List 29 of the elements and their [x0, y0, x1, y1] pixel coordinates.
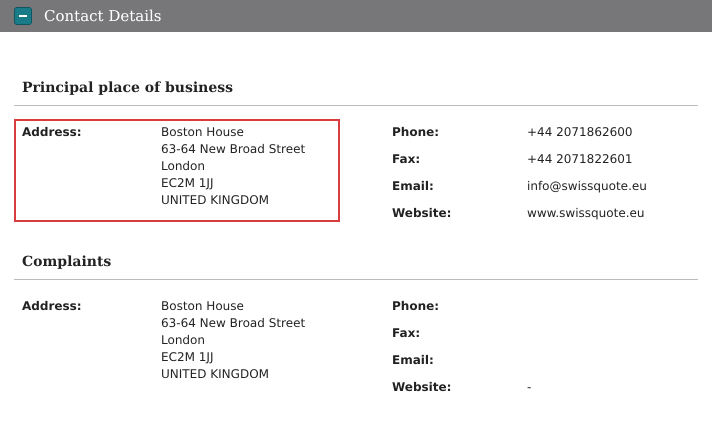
- panel-title: Contact Details: [44, 7, 162, 25]
- address-line: EC2M 1JJ: [161, 349, 214, 366]
- field-value: -: [527, 379, 532, 396]
- field-label: Phone:: [392, 124, 440, 141]
- address-line: Boston House: [161, 298, 245, 315]
- address-line: London: [161, 332, 206, 349]
- field-label: Email:: [392, 178, 435, 195]
- field-label: Address:: [22, 298, 83, 315]
- collapse-button[interactable]: [14, 7, 32, 25]
- address-line: UNITED KINGDOM: [161, 366, 270, 383]
- address-line: 63-64 New Broad Street: [161, 141, 306, 158]
- address-line: EC2M 1JJ: [161, 175, 214, 192]
- field-label: Website:: [392, 205, 452, 222]
- address-line: London: [161, 158, 206, 175]
- address-line: UNITED KINGDOM: [161, 192, 270, 209]
- section-title: Principal place of business: [14, 80, 698, 106]
- section-title: Complaints: [14, 254, 698, 280]
- field-value: info@swissquote.eu: [527, 178, 647, 195]
- address-line: Boston House: [161, 124, 245, 141]
- field-label: Website:: [392, 379, 452, 396]
- field-label: Email:: [392, 352, 435, 369]
- address-line: 63-64 New Broad Street: [161, 315, 306, 332]
- field-label: Fax:: [392, 325, 422, 342]
- field-label: Fax:: [392, 151, 422, 168]
- field-value: www.swissquote.eu: [527, 205, 645, 222]
- field-value: +44 2071862600: [527, 124, 632, 141]
- field-value: +44 2071822601: [527, 151, 632, 168]
- field-label: Phone:: [392, 298, 440, 315]
- field-label: Address:: [22, 124, 83, 141]
